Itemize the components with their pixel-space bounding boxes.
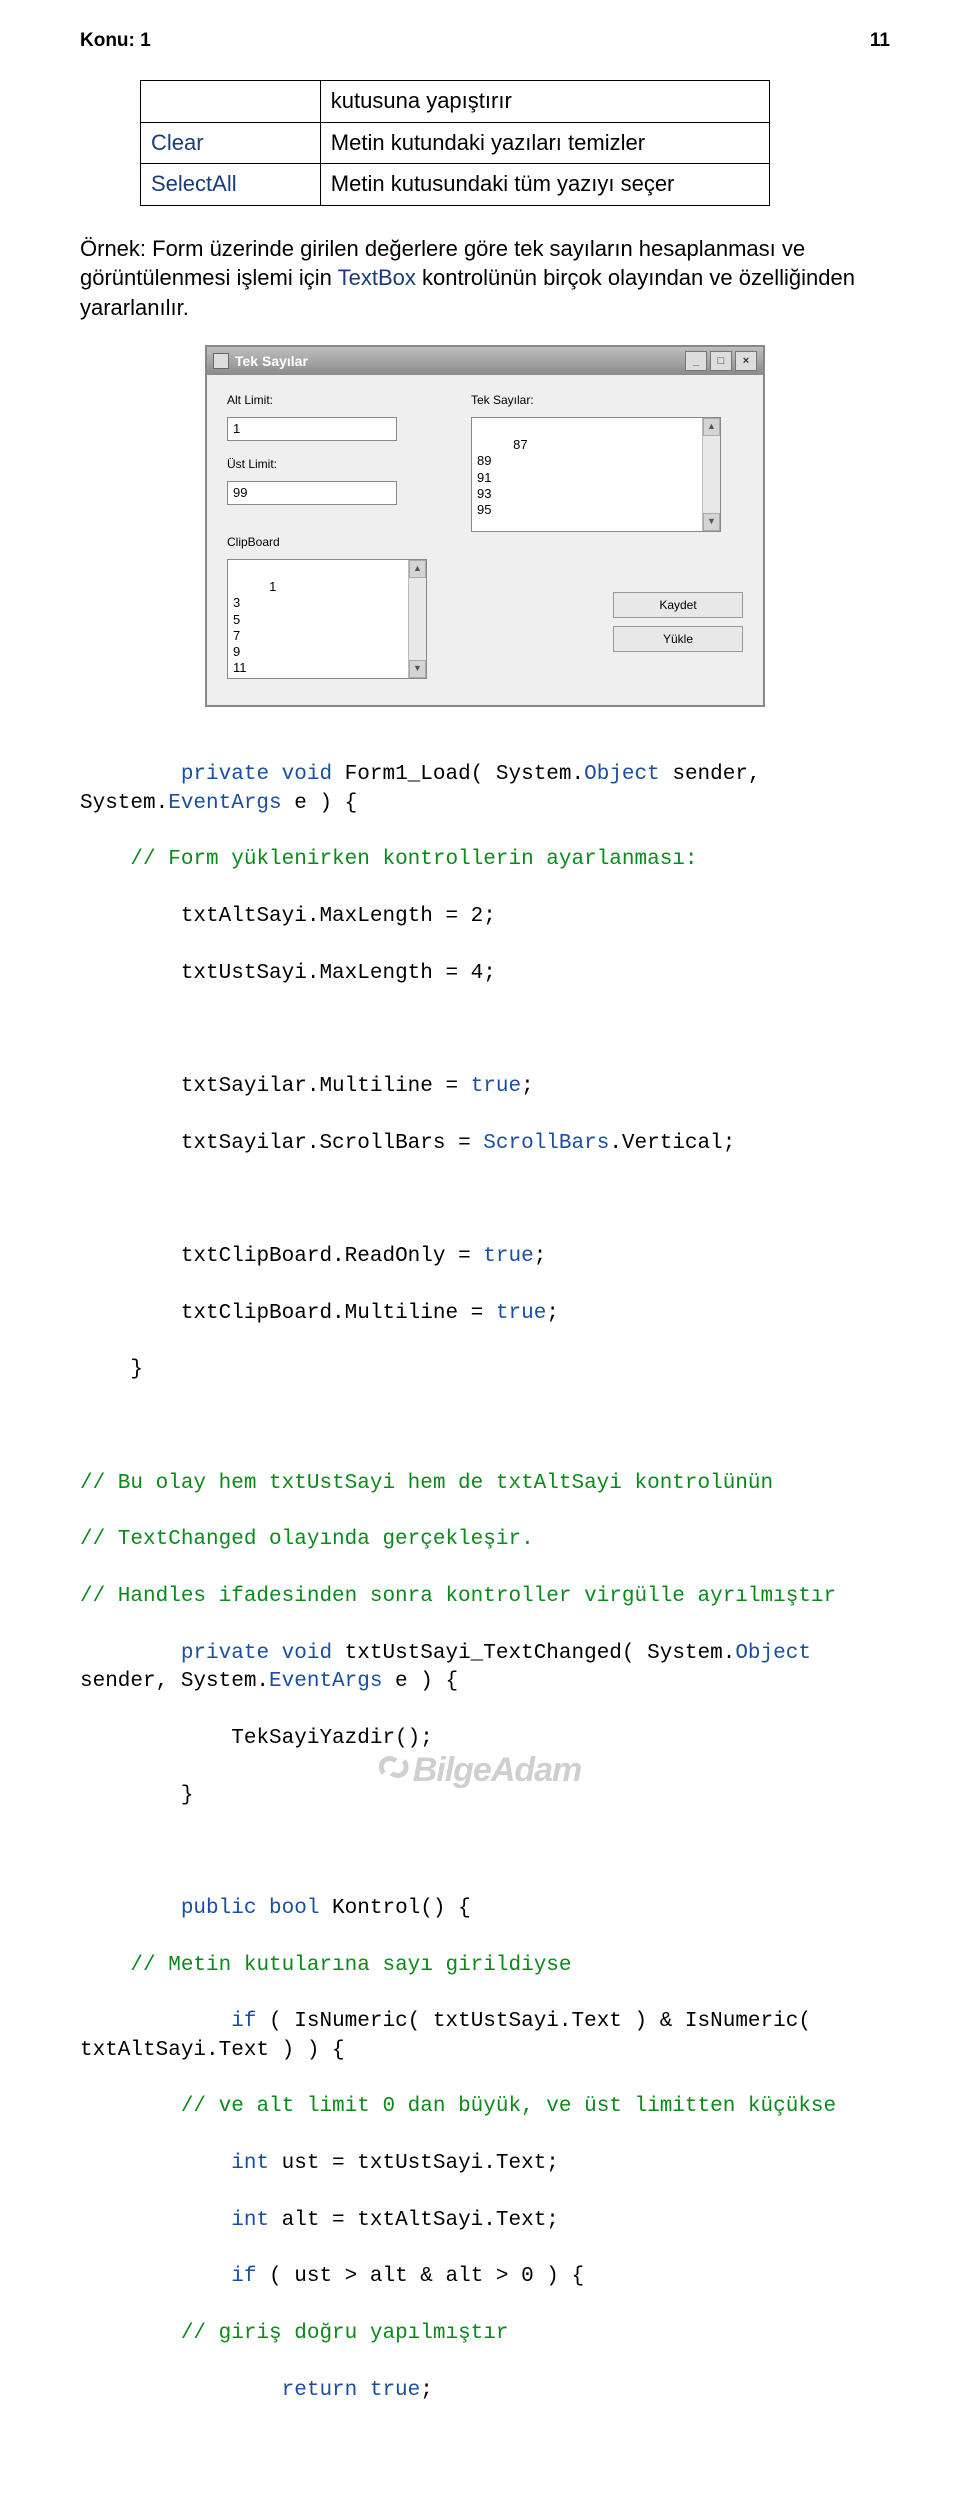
teksayilar-label: Tek Sayılar: [471, 393, 743, 407]
kw: ScrollBars [483, 1132, 609, 1155]
example-paragraph: Örnek: Form üzerinde girilen değerlere g… [80, 234, 890, 323]
code-text: Form1_Load( System. [332, 763, 584, 786]
method-name: Clear [141, 122, 321, 164]
kw: Object [584, 763, 660, 786]
kw: true [496, 1302, 546, 1325]
scrollbar[interactable]: ▲ ▼ [408, 560, 426, 678]
app-icon [213, 353, 229, 369]
clipboard-content: 1 3 5 7 9 11 [233, 579, 276, 675]
teksayilar-content: 87 89 91 93 95 [477, 437, 528, 517]
ust-limit-label: Üst Limit: [227, 457, 447, 471]
minimize-button[interactable]: _ [685, 351, 707, 371]
kw: int [231, 2152, 269, 2175]
kw: Object [735, 1642, 811, 1665]
kw: true [483, 1245, 533, 1268]
table-row: SelectAll Metin kutusundaki tüm yazıyı s… [141, 164, 770, 206]
scrollbar[interactable]: ▲ ▼ [702, 418, 720, 531]
logo-text: BilgeAdam [413, 1751, 582, 1790]
code-text: ( ust > alt & alt > 0 ) { [256, 2265, 584, 2288]
method-name [141, 81, 321, 123]
yukle-button[interactable]: Yükle [613, 626, 743, 652]
alt-limit-label: Alt Limit: [227, 393, 447, 407]
code-line: txtAltSayi.MaxLength = 2; [80, 903, 890, 931]
code-comment: // Handles ifadesinden sonra kontroller … [80, 1583, 890, 1611]
window-title: Tek Sayılar [235, 353, 679, 369]
scroll-up-icon[interactable]: ▲ [703, 418, 720, 436]
keyword-textbox: TextBox [338, 265, 416, 290]
code-text: ust = txtUstSayi.Text; [269, 2152, 559, 2175]
method-desc: kutusuna yapıştırır [320, 81, 769, 123]
methods-table: kutusuna yapıştırır Clear Metin kutundak… [140, 80, 770, 206]
page-number: 11 [870, 30, 890, 52]
code-text: .Vertical; [609, 1132, 735, 1155]
code-comment: // Form yüklenirken kontrollerin ayarlan… [80, 846, 890, 874]
code-text: alt = txtAltSayi.Text; [269, 2209, 559, 2232]
scroll-down-icon[interactable]: ▼ [409, 660, 426, 678]
kw: public bool [181, 1897, 320, 1920]
method-name: SelectAll [141, 164, 321, 206]
page-topic: Konu: 1 [80, 30, 151, 52]
logo-icon [379, 1756, 409, 1786]
kaydet-button[interactable]: Kaydet [613, 592, 743, 618]
code-text: txtClipBoard.ReadOnly = [80, 1245, 483, 1268]
method-desc: Metin kutusundaki tüm yazıyı seçer [320, 164, 769, 206]
method-desc: Metin kutundaki yazıları temizler [320, 122, 769, 164]
code-text: ; [521, 1075, 534, 1098]
kw: true [471, 1075, 521, 1098]
close-button[interactable]: × [735, 351, 757, 371]
code-comment: // Metin kutularına sayı girildiyse [80, 1952, 890, 1980]
scroll-down-icon[interactable]: ▼ [703, 513, 720, 531]
code-comment: // Bu olay hem txtUstSayi hem de txtAltS… [80, 1470, 890, 1498]
code-text: ; [546, 1302, 559, 1325]
kw: int [231, 2209, 269, 2232]
kw: EventArgs [269, 1670, 382, 1693]
code-comment: // ve alt limit 0 dan büyük, ve üst limi… [80, 2093, 890, 2121]
code-text: Kontrol() { [319, 1897, 470, 1920]
table-row: Clear Metin kutundaki yazıları temizler [141, 122, 770, 164]
kw: if [231, 2010, 256, 2033]
code-text: ( IsNumeric( txtUstSayi.Text ) & IsNumer… [80, 2010, 824, 2061]
clipboard-textbox[interactable]: 1 3 5 7 9 11 ▲ ▼ [227, 559, 427, 679]
code-comment: // giriş doğru yapılmıştır [80, 2320, 890, 2348]
kw: private void [181, 1642, 332, 1665]
code-text: txtSayilar.ScrollBars = [80, 1132, 483, 1155]
code-text: txtUstSayi_TextChanged( System. [332, 1642, 735, 1665]
alt-limit-input[interactable] [227, 417, 397, 441]
code-line: txtUstSayi.MaxLength = 4; [80, 960, 890, 988]
code-comment: // TextChanged olayında gerçekleşir. [80, 1526, 890, 1554]
form-window: Tek Sayılar _ □ × Alt Limit: Üst Limit: … [205, 345, 765, 707]
code-line: } [80, 1356, 890, 1384]
code-text: e ) { [282, 792, 358, 815]
kw: private void [181, 763, 332, 786]
maximize-button[interactable]: □ [710, 351, 732, 371]
kw: EventArgs [168, 792, 281, 815]
titlebar[interactable]: Tek Sayılar _ □ × [207, 347, 763, 375]
code-text: txtClipBoard.Multiline = [80, 1302, 496, 1325]
code-text: e ) { [382, 1670, 458, 1693]
teksayilar-textbox[interactable]: 87 89 91 93 95 ▲ ▼ [471, 417, 721, 532]
code-line: TekSayiYazdir(); [80, 1725, 890, 1753]
kw: if [231, 2265, 256, 2288]
code-block: private void Form1_Load( System.Object s… [80, 733, 890, 2462]
table-row: kutusuna yapıştırır [141, 81, 770, 123]
scroll-up-icon[interactable]: ▲ [409, 560, 426, 578]
footer-logo: BilgeAdam [379, 1751, 582, 1790]
kw: return true [282, 2379, 421, 2402]
code-text: ; [534, 1245, 547, 1268]
code-text: ; [420, 2379, 433, 2402]
clipboard-label: ClipBoard [227, 535, 447, 549]
ust-limit-input[interactable] [227, 481, 397, 505]
code-text: txtSayilar.Multiline = [80, 1075, 471, 1098]
